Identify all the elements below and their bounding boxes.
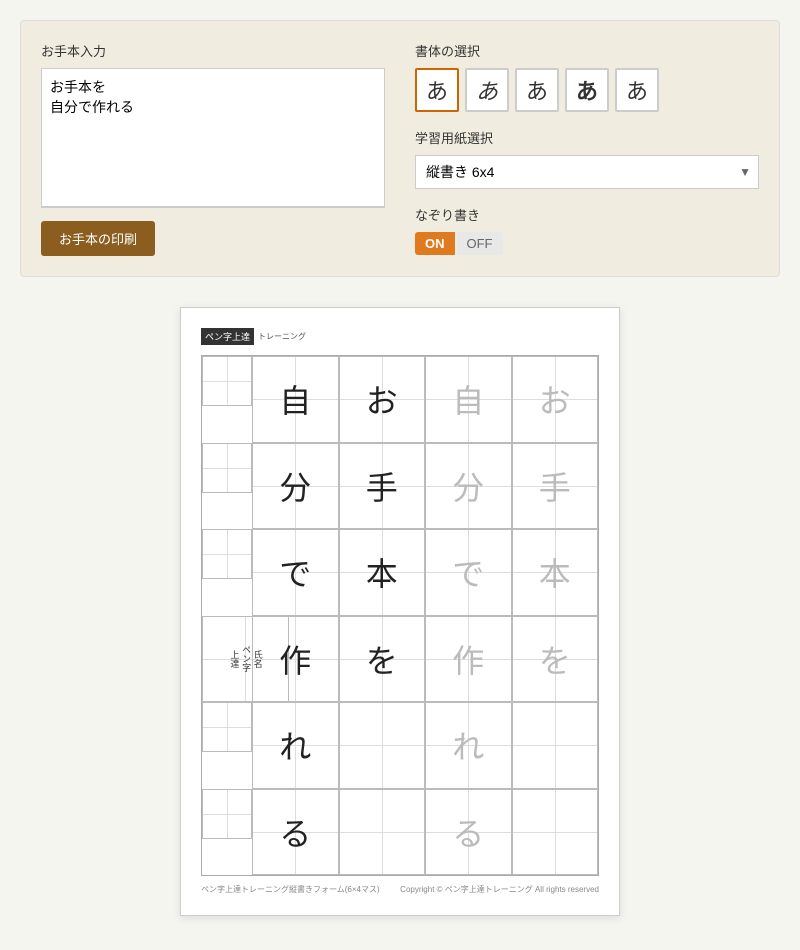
char-cell: 手: [339, 443, 426, 530]
doc-logo-text: トレーニング: [258, 331, 306, 342]
trace-label: なぞり書き: [415, 205, 759, 224]
char-cell-empty: [339, 702, 426, 789]
font-options: あ あ あ あ あ: [415, 68, 759, 112]
char-cell: る: [252, 789, 339, 876]
char-cell: 手: [512, 443, 599, 530]
char-cell: 作: [425, 616, 512, 703]
toggle-section: ON OFF: [415, 232, 759, 255]
font-label: 書体の選択: [415, 41, 759, 60]
char-cell: る: [425, 789, 512, 876]
char-cell: で: [252, 529, 339, 616]
left-section: お手本入力 お手本を 自分で作れる お手本の印刷: [41, 41, 385, 256]
toggle-on-button[interactable]: ON: [415, 232, 455, 255]
footer-right: Copyright © ペン字上達トレーニング All rights reser…: [400, 884, 599, 895]
font-option-1[interactable]: あ: [415, 68, 459, 112]
font-option-3[interactable]: あ: [515, 68, 559, 112]
preview-wrapper: ペン字上達 トレーニング 自 お 自 お 分 手 分 手 で 本 で 本 氏名ペ…: [20, 307, 780, 916]
footer-left: ペン字上達トレーニング縦書きフォーム(6×4マス): [201, 884, 380, 895]
text-input[interactable]: お手本を 自分で作れる: [41, 68, 385, 208]
label-cell-4: [202, 702, 252, 752]
label-cell-5: [202, 789, 252, 839]
preview-doc: ペン字上達 トレーニング 自 お 自 お 分 手 分 手 で 本 で 本 氏名ペ…: [180, 307, 620, 916]
char-cell: 分: [252, 443, 339, 530]
control-panel: お手本入力 お手本を 自分で作れる お手本の印刷 書体の選択 あ あ あ あ あ…: [20, 20, 780, 277]
char-cell: お: [512, 356, 599, 443]
writing-grid: 自 お 自 お 分 手 分 手 で 本 で 本 氏名ペン字上達 作 を 作 を: [201, 355, 599, 876]
char-cell: を: [512, 616, 599, 703]
char-cell: お: [339, 356, 426, 443]
font-option-4[interactable]: あ: [565, 68, 609, 112]
char-cell: を: [339, 616, 426, 703]
char-cell: 本: [339, 529, 426, 616]
right-section: 書体の選択 あ あ あ あ あ 学習用紙選択 縦書き 6x4 縦書き 4x4 横…: [415, 41, 759, 256]
paper-select[interactable]: 縦書き 6x4 縦書き 4x4 横書き 6x4: [415, 155, 759, 189]
label-cell-1: [202, 443, 252, 493]
font-option-5[interactable]: あ: [615, 68, 659, 112]
char-cell: 作: [252, 616, 339, 703]
char-cell-empty: [512, 702, 599, 789]
print-button[interactable]: お手本の印刷: [41, 221, 155, 256]
char-cell: で: [425, 529, 512, 616]
input-label: お手本入力: [41, 41, 385, 60]
char-cell: 自: [425, 356, 512, 443]
toggle-off-button[interactable]: OFF: [457, 232, 503, 255]
label-cell-0: [202, 356, 252, 406]
char-cell: れ: [252, 702, 339, 789]
doc-footer: ペン字上達トレーニング縦書きフォーム(6×4マス) Copyright © ペン…: [201, 884, 599, 895]
paper-label: 学習用紙選択: [415, 128, 759, 147]
doc-logo: ペン字上達: [201, 328, 254, 345]
doc-header: ペン字上達 トレーニング: [201, 328, 599, 345]
label-cell-2: [202, 529, 252, 579]
paper-select-wrapper: 縦書き 6x4 縦書き 4x4 横書き 6x4 ▼: [415, 155, 759, 189]
char-cell: 自: [252, 356, 339, 443]
char-cell: 分: [425, 443, 512, 530]
char-cell-empty: [512, 789, 599, 876]
char-cell: れ: [425, 702, 512, 789]
char-cell-empty: [339, 789, 426, 876]
font-option-2[interactable]: あ: [465, 68, 509, 112]
char-cell: 本: [512, 529, 599, 616]
